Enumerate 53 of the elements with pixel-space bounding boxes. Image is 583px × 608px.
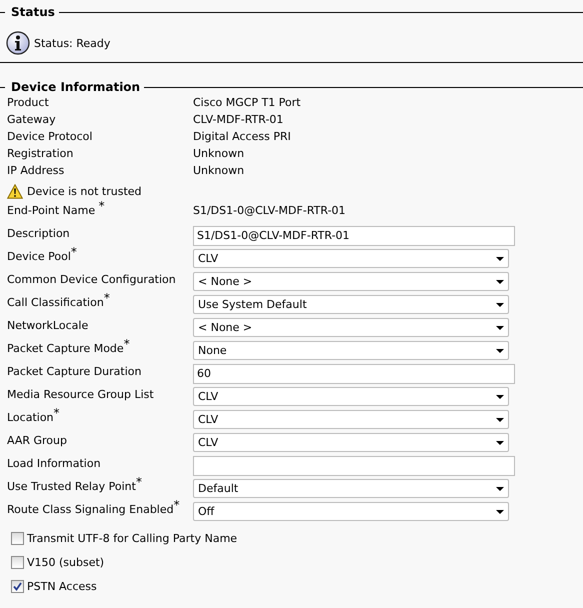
field-value: Unknown xyxy=(193,164,244,177)
field-label: NetworkLocale xyxy=(7,318,90,332)
field-value: Digital Access PRI xyxy=(193,130,291,143)
caret-icon xyxy=(496,326,504,330)
caret-icon xyxy=(496,256,504,260)
dropdown[interactable]: CLV xyxy=(193,433,509,452)
checkbox[interactable] xyxy=(11,580,24,592)
field-label: Product xyxy=(7,96,50,109)
caret-icon xyxy=(496,348,504,352)
checkbox-label: Transmit UTF-8 for Calling Party Name xyxy=(27,532,238,544)
dropdown[interactable]: Off xyxy=(193,502,509,521)
section-title: Device Information xyxy=(5,80,144,94)
input-field[interactable]: 60 xyxy=(193,364,515,384)
caret-icon xyxy=(496,280,504,284)
caret-icon xyxy=(496,302,504,306)
field-label: Gateway xyxy=(7,113,57,126)
caret-icon xyxy=(496,486,504,490)
dropdown[interactable]: Use System Default xyxy=(193,295,509,314)
field-label: Common Device Configuration xyxy=(7,272,177,286)
dropdown[interactable]: Default xyxy=(193,479,509,498)
dropdown[interactable]: < None > xyxy=(193,318,509,337)
field-label: AAR Group xyxy=(7,433,68,447)
dropdown[interactable]: < None > xyxy=(193,272,509,291)
field-label: Registration xyxy=(7,147,74,160)
caret-icon xyxy=(496,510,504,514)
field-label: Device Protocol xyxy=(7,130,94,143)
field-label: Load Information xyxy=(7,456,102,470)
checkbox-label: PSTN Access xyxy=(27,580,97,592)
info-icon xyxy=(6,31,30,55)
checkbox[interactable] xyxy=(11,532,24,544)
field-value: S1/DS1-0@CLV-MDF-RTR-01 xyxy=(193,203,346,217)
checkbox-label: V150 (subset) xyxy=(27,556,104,568)
caret-icon xyxy=(496,418,504,422)
input-field[interactable] xyxy=(193,456,515,476)
checkbox[interactable] xyxy=(11,556,24,568)
section-title: Status xyxy=(5,5,59,19)
dropdown[interactable]: None xyxy=(193,341,509,360)
warning-icon xyxy=(7,184,23,199)
dropdown[interactable]: CLV xyxy=(193,387,509,406)
field-label: Packet Capture Duration xyxy=(7,364,142,378)
warning-message: Device is not trusted xyxy=(27,185,142,198)
dropdown[interactable]: CLV xyxy=(193,410,509,429)
dropdown[interactable]: CLV xyxy=(193,249,509,268)
caret-icon xyxy=(496,440,504,444)
field-value: CLV-MDF-RTR-01 xyxy=(193,113,284,126)
field-value: Unknown xyxy=(193,147,244,160)
caret-icon xyxy=(496,394,504,398)
field-label: Media Resource Group List xyxy=(7,387,155,401)
field-label: Description xyxy=(7,226,71,240)
status-message: Status: Ready xyxy=(34,36,110,50)
input-field[interactable]: S1/DS1-0@CLV-MDF-RTR-01 xyxy=(193,226,515,246)
field-value: Cisco MGCP T1 Port xyxy=(193,96,301,109)
field-label: IP Address xyxy=(7,164,66,177)
